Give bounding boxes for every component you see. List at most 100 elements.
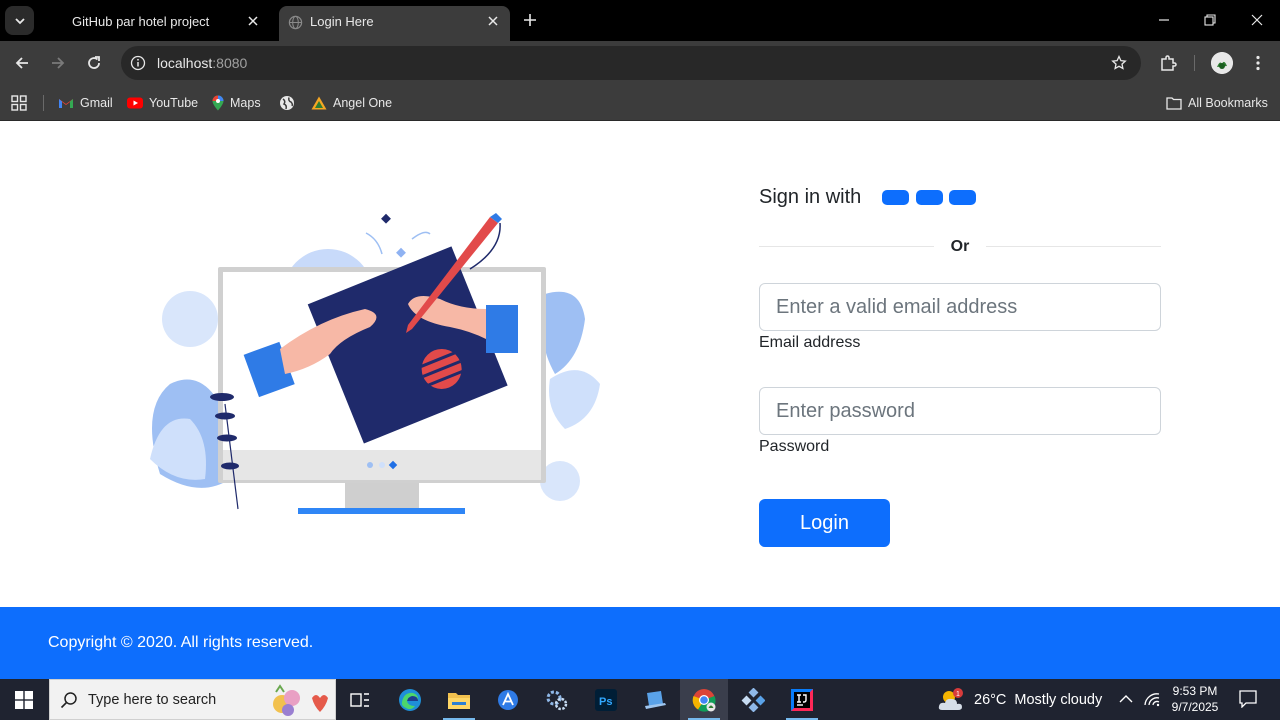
bookmark-angel-one[interactable]: Angel One: [311, 92, 392, 114]
minimize-button[interactable]: [1152, 8, 1176, 32]
reload-button[interactable]: [82, 51, 106, 75]
browser-toolbar: localhost:8080: [0, 41, 1280, 85]
start-button[interactable]: [0, 679, 48, 720]
taskbar-intellij[interactable]: [778, 679, 826, 720]
task-view-button[interactable]: [336, 679, 384, 720]
plus-icon: [524, 14, 536, 26]
social-login-button-2[interactable]: [916, 190, 943, 205]
profile-avatar[interactable]: [1211, 52, 1233, 74]
login-button[interactable]: Login: [759, 499, 890, 547]
site-info-icon[interactable]: [128, 53, 148, 73]
close-icon: [1251, 14, 1263, 26]
taskbar-settings-app[interactable]: [533, 679, 581, 720]
new-tab-button[interactable]: [518, 8, 542, 32]
chrome-icon: [692, 688, 716, 712]
url-port: :8080: [212, 55, 248, 71]
taskbar-edge[interactable]: [386, 679, 434, 720]
taskbar-laptop-app[interactable]: [631, 679, 679, 720]
tab-github[interactable]: GitHub par hotel project: [48, 6, 270, 41]
bookmark-label: Gmail: [80, 96, 113, 110]
weather-widget[interactable]: 1 26°C Mostly cloudy: [938, 687, 1102, 713]
login-illustration: [150, 213, 600, 514]
search-highlight-art-icon: [273, 684, 328, 716]
all-bookmarks-button[interactable]: All Bookmarks: [1166, 92, 1268, 114]
social-signin-row: Sign in with: [759, 184, 1161, 214]
system-clock[interactable]: 9:53 PM 9/7/2025: [1164, 683, 1226, 715]
chevron-down-icon: [14, 17, 25, 24]
taskbar-photoshop[interactable]: Ps: [582, 679, 630, 720]
laptop-icon: [645, 690, 666, 709]
globe-icon: [288, 15, 303, 30]
clock-date: 9/7/2025: [1171, 700, 1219, 714]
login-page: Sign in with Or Email address Password L…: [0, 121, 1280, 607]
bookmark-label: Angel One: [333, 96, 393, 110]
password-field[interactable]: [759, 387, 1161, 435]
bookmark-maps[interactable]: Maps: [212, 92, 261, 114]
tab-title: GitHub par hotel project: [72, 14, 210, 29]
bookmark-label: YouTube: [149, 96, 199, 110]
email-label: Email address: [759, 334, 861, 351]
taskbar-search-box[interactable]: Type here to search: [49, 679, 336, 720]
taskbar-file-explorer[interactable]: [435, 679, 483, 720]
signin-label: Sign in with: [759, 186, 862, 208]
weather-badge: 1: [956, 691, 960, 698]
close-icon[interactable]: [244, 12, 262, 30]
globe-icon: [280, 96, 294, 110]
all-bookmarks-label: All Bookmarks: [1188, 96, 1268, 110]
notifications-button[interactable]: [1238, 689, 1258, 709]
url-host: localhost: [157, 55, 213, 71]
weather-temperature: 26°C: [974, 692, 1007, 708]
search-placeholder: Type here to search: [88, 692, 217, 708]
password-label: Password: [759, 438, 830, 455]
extensions-button[interactable]: [1156, 51, 1180, 75]
windows-taskbar: Type here to search Ps 1 26°C Mostly clo…: [0, 679, 1280, 720]
browser-menu-button[interactable]: [1246, 51, 1270, 75]
windows-logo-icon: [15, 690, 33, 709]
toolbar-divider: [1194, 55, 1195, 71]
maps-icon: [212, 95, 224, 111]
or-divider: Or: [759, 237, 1161, 257]
search-icon: [60, 692, 77, 709]
restore-button[interactable]: [1198, 8, 1222, 32]
profile-icon: [1211, 52, 1233, 74]
taskbar-chrome[interactable]: [680, 679, 728, 720]
bookmark-star-icon[interactable]: [1109, 53, 1129, 73]
address-bar[interactable]: localhost:8080: [121, 46, 1141, 80]
social-login-button-3[interactable]: [949, 190, 976, 205]
task-view-icon: [350, 692, 369, 707]
network-status-button[interactable]: [1142, 689, 1162, 709]
bookmark-youtube[interactable]: YouTube: [127, 92, 198, 114]
browser-tab-bar: GitHub par hotel project Login Here: [0, 0, 1280, 41]
notification-icon: [1239, 690, 1257, 708]
url-text: localhost:8080: [157, 55, 247, 71]
arrow-right-icon: [52, 57, 65, 69]
bookmarks-bar: Gmail YouTube Maps Angel One All Bookmar…: [0, 85, 1280, 121]
youtube-icon: [127, 97, 143, 109]
tab-search-button[interactable]: [5, 6, 34, 35]
tab-login[interactable]: Login Here: [279, 6, 510, 41]
social-login-button-1[interactable]: [882, 190, 909, 205]
bookmark-globe[interactable]: [279, 92, 295, 114]
back-button[interactable]: [10, 51, 34, 75]
photoshop-icon: Ps: [595, 688, 617, 711]
taskbar-network-app[interactable]: [729, 679, 777, 720]
puzzle-icon: [1161, 55, 1177, 71]
email-field[interactable]: [759, 283, 1161, 331]
minimize-icon: [1159, 19, 1169, 21]
restore-icon: [1204, 14, 1216, 26]
bookmark-gmail[interactable]: Gmail: [58, 92, 113, 114]
weather-condition: Mostly cloudy: [1014, 692, 1103, 708]
folder-icon: [448, 692, 470, 709]
bookmarks-divider: [43, 95, 44, 111]
show-hidden-icons-button[interactable]: [1116, 689, 1136, 709]
close-window-button[interactable]: [1245, 8, 1269, 32]
intellij-icon: [791, 688, 813, 711]
taskbar-app-a[interactable]: [484, 679, 532, 720]
gmail-icon: [59, 99, 73, 108]
network-app-icon: [741, 687, 765, 712]
forward-button[interactable]: [46, 51, 70, 75]
page-footer: Copyright © 2020. All rights reserved.: [0, 607, 1280, 679]
apps-button[interactable]: [11, 92, 27, 114]
gear-icon: [546, 690, 568, 710]
close-icon[interactable]: [484, 12, 502, 30]
